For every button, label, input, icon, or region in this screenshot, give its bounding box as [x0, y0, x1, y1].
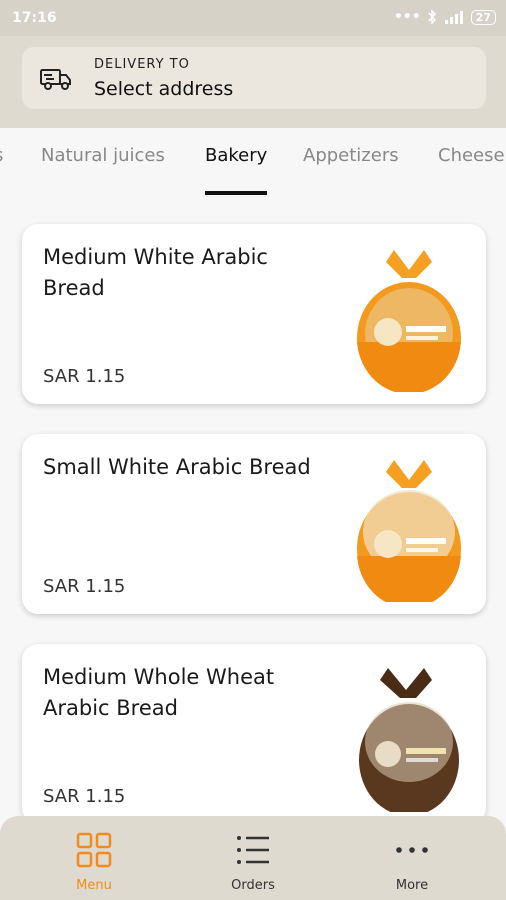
delivery-label: DELIVERY TO — [94, 57, 190, 72]
product-name: Medium White Arabic Bread — [43, 245, 268, 300]
tab-bakery[interactable]: Bakery — [205, 145, 267, 166]
nav-more-label: More — [395, 878, 429, 893]
product-card[interactable]: Medium White Arabic Bread SAR 1.15 — [22, 224, 486, 404]
product-name: Small White Arabic Bread — [43, 455, 311, 479]
bottom-navigation: Menu Orders More — [0, 816, 506, 900]
category-tabs: s Natural juices Bakery Appetizers Chees… — [0, 128, 506, 198]
nav-orders[interactable]: Orders — [193, 816, 313, 900]
nav-menu[interactable]: Menu — [34, 816, 154, 900]
tab-natural-juices[interactable]: Natural juices — [41, 145, 165, 166]
battery-indicator: 27 — [470, 9, 496, 25]
product-price: SAR 1.15 — [43, 576, 126, 597]
list-icon — [237, 836, 269, 864]
active-tab-indicator — [205, 191, 267, 195]
product-price: SAR 1.15 — [43, 786, 126, 807]
status-time: 17:16 — [12, 10, 57, 26]
product-card[interactable]: Medium Whole Wheat Arabic Bread SAR 1.15 — [22, 644, 486, 824]
grid-icon — [76, 832, 112, 868]
product-image — [359, 668, 459, 812]
product-card[interactable]: Small White Arabic Bread SAR 1.15 — [22, 434, 486, 614]
nav-more[interactable]: More — [352, 816, 472, 900]
dots-icon: ••• — [393, 9, 421, 25]
signal-icon — [444, 11, 463, 24]
product-price: SAR 1.15 — [43, 366, 126, 387]
product-image — [357, 250, 461, 392]
header: DELIVERY TO Select address — [0, 36, 506, 128]
nav-orders-label: Orders — [231, 878, 275, 893]
product-name: Medium Whole Wheat Arabic Bread — [43, 665, 275, 720]
delivery-address: Select address — [94, 78, 234, 100]
product-image — [357, 460, 461, 602]
tab-appetizers[interactable]: Appetizers — [303, 145, 399, 166]
bluetooth-icon — [428, 10, 436, 24]
delivery-address-selector[interactable]: DELIVERY TO Select address — [22, 47, 486, 109]
more-dots-icon — [396, 847, 428, 853]
delivery-truck-icon — [40, 69, 71, 90]
tab-cheese[interactable]: Cheese — [438, 145, 505, 166]
tab-previous[interactable]: s — [0, 145, 3, 166]
status-bar: 17:16 ••• 27 — [0, 0, 506, 36]
nav-menu-label: Menu — [76, 878, 112, 893]
